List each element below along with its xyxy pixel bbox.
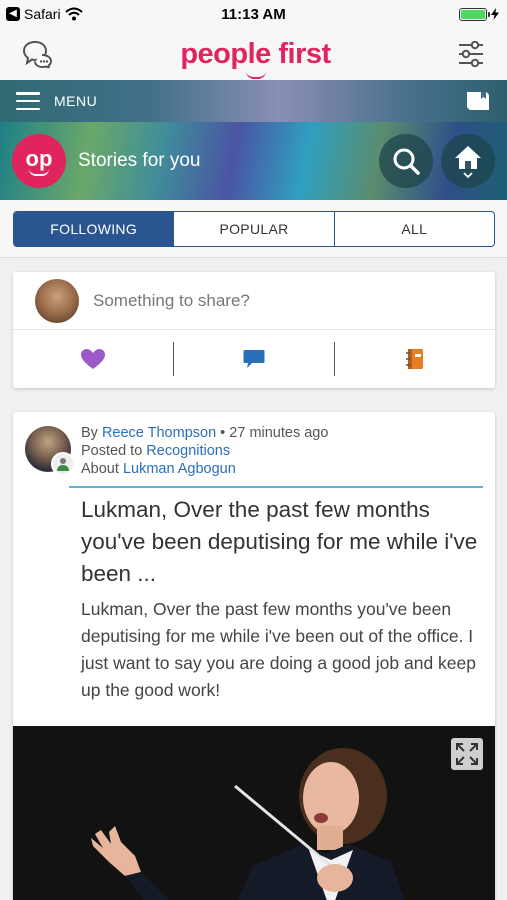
post-title[interactable]: Lukman, Over the past few months you've … — [81, 494, 481, 590]
chat-bubbles-icon[interactable] — [22, 40, 54, 68]
tab-following[interactable]: FOLLOWING — [14, 212, 174, 246]
search-button[interactable] — [379, 134, 433, 188]
back-app-label[interactable]: Safari — [24, 6, 61, 22]
menu-label[interactable]: MENU — [54, 93, 465, 109]
sliders-icon[interactable] — [457, 41, 485, 67]
battery-icon — [459, 7, 490, 21]
logo-text: people first — [180, 37, 331, 70]
post-channel-line: Posted to Recognitions — [81, 442, 483, 460]
stories-banner: op Stories for you — [0, 122, 507, 200]
share-input[interactable] — [93, 290, 453, 311]
subject-avatar[interactable] — [51, 452, 75, 476]
share-actions — [13, 330, 495, 387]
expand-button[interactable] — [451, 738, 483, 770]
home-icon — [455, 146, 481, 179]
about-prefix: About — [81, 461, 119, 477]
share-appreciation-button[interactable] — [13, 342, 173, 376]
bookmark-book-icon[interactable] — [465, 90, 491, 112]
menu-bar[interactable]: MENU — [0, 80, 507, 122]
share-card — [13, 272, 495, 388]
logo-smile — [245, 71, 266, 79]
stories-title: Stories for you — [78, 150, 201, 171]
person-icon — [57, 458, 69, 471]
hamburger-icon[interactable] — [16, 92, 40, 110]
tab-all[interactable]: ALL — [333, 212, 494, 246]
app-header: people first — [0, 28, 507, 80]
post-author-line: By Reece Thompson • 27 minutes ago — [81, 424, 483, 442]
expand-icon — [456, 743, 478, 765]
home-button[interactable] — [441, 134, 495, 188]
channel-link[interactable]: Recognitions — [146, 443, 230, 459]
user-avatar[interactable] — [35, 278, 79, 323]
op-avatar-smile — [29, 169, 49, 176]
back-arrow-icon[interactable]: ◀ — [6, 7, 20, 21]
post-image[interactable] — [13, 726, 495, 900]
author-link[interactable]: Reece Thompson — [102, 425, 216, 441]
share-message-button[interactable] — [173, 341, 334, 376]
op-avatar[interactable]: op — [12, 134, 66, 188]
charging-icon — [491, 8, 499, 20]
post-meta-lines: By Reece Thompson • 27 minutes ago Poste… — [81, 424, 483, 478]
status-right — [337, 7, 507, 21]
post-body: Lukman, Over the past few months you've … — [81, 599, 476, 700]
status-time: 11:13 AM — [221, 5, 286, 23]
conductor-photo — [13, 726, 495, 900]
meta-divider — [69, 486, 483, 488]
notebook-icon — [406, 348, 423, 369]
posted-prefix: Posted to — [81, 443, 143, 459]
share-notebook-button[interactable] — [334, 341, 495, 376]
subject-link[interactable]: Lukman Agbogun — [123, 461, 236, 477]
app-logo: people first — [180, 37, 331, 79]
heart-icon — [81, 348, 105, 369]
by-prefix: By — [81, 425, 98, 441]
share-composer — [13, 272, 495, 330]
speech-bubble-icon — [243, 349, 265, 368]
post-time: 27 minutes ago — [229, 425, 329, 441]
feed-tabs: FOLLOWING POPULAR ALL — [13, 211, 495, 247]
battery-level — [461, 9, 485, 19]
feed-tabs-area: FOLLOWING POPULAR ALL — [0, 200, 507, 258]
status-bar: ◀ Safari 11:13 AM — [0, 0, 507, 28]
time-separator: • — [220, 425, 230, 441]
tab-popular[interactable]: POPULAR — [173, 212, 333, 246]
post-meta: By Reece Thompson • 27 minutes ago Poste… — [25, 424, 483, 488]
post-card[interactable]: By Reece Thompson • 27 minutes ago Poste… — [13, 412, 495, 900]
wifi-icon — [64, 7, 83, 21]
post-subject-line: About Lukman Agbogun — [81, 460, 483, 478]
search-icon — [393, 148, 420, 175]
status-left: ◀ Safari — [0, 6, 170, 22]
